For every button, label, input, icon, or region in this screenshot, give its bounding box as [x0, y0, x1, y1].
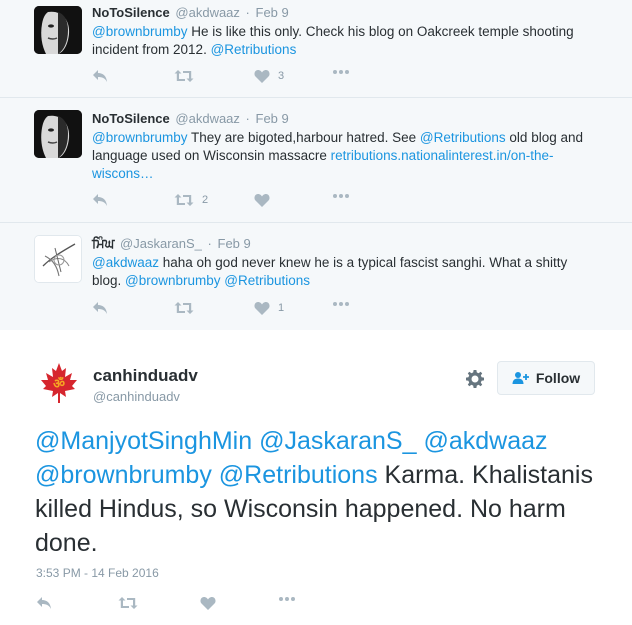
retweet-icon: [174, 194, 194, 206]
username[interactable]: @akdwaaz: [175, 111, 240, 126]
avatar[interactable]: [34, 6, 82, 54]
like-button[interactable]: 3: [254, 69, 284, 83]
more-icon: [279, 597, 295, 601]
tweet-text: @brownbrumby He is like this only. Check…: [92, 23, 592, 59]
avatar[interactable]: [34, 235, 82, 283]
tweet-header: NoToSilence @akdwaaz · Feb 9: [92, 111, 289, 126]
mention-link[interactable]: @akdwaaz: [423, 427, 547, 455]
reply-button[interactable]: [92, 301, 108, 315]
reply-icon: [37, 597, 51, 609]
reply-icon: [93, 70, 107, 82]
tweet-text: @akdwaaz haha oh god never knew he is a …: [92, 254, 592, 290]
like-count: 1: [278, 302, 285, 314]
more-icon: [333, 70, 349, 74]
like-icon: [254, 194, 270, 207]
more-icon: [333, 194, 349, 198]
follow-label: Follow: [535, 370, 581, 386]
more-button[interactable]: [332, 193, 350, 199]
reply-button[interactable]: [36, 596, 52, 610]
fullname[interactable]: ਮਿੰਘ: [92, 236, 114, 251]
mention-link[interactable]: @akdwaaz: [92, 255, 159, 270]
tweet-header: ਮਿੰਘ @JaskaranS_ · Feb 9: [92, 236, 251, 252]
like-count: 3: [278, 70, 285, 82]
mention-link[interactable]: @brownbrumby: [92, 130, 188, 145]
retweet-count: 2: [202, 194, 209, 206]
separator: ·: [245, 111, 250, 126]
like-icon: [254, 302, 270, 315]
retweet-button[interactable]: [174, 69, 202, 83]
more-icon: [333, 302, 349, 306]
tweet-header: NoToSilence @akdwaaz · Feb 9: [92, 5, 289, 20]
mention-link[interactable]: @Retributions: [224, 273, 310, 288]
text-segment: They are bigoted,harbour hatred. See: [187, 130, 420, 145]
more-button[interactable]: [332, 69, 350, 75]
like-button[interactable]: [200, 596, 216, 610]
reply-tweet[interactable]: NoToSilence @akdwaaz · Feb 9 @brownbrumb…: [0, 0, 632, 98]
retweet-button[interactable]: 2: [174, 193, 208, 207]
avatar[interactable]: ॐ: [35, 359, 83, 407]
retweet-icon: [174, 70, 194, 82]
fullname[interactable]: NoToSilence: [92, 111, 170, 126]
more-button[interactable]: [332, 301, 350, 307]
avatar[interactable]: [34, 110, 82, 158]
username[interactable]: @JaskaranS_: [120, 236, 202, 251]
follow-button[interactable]: Follow: [497, 361, 595, 395]
replies-section: NoToSilence @akdwaaz · Feb 9 @brownbrumb…: [0, 0, 632, 330]
timestamp[interactable]: Feb 9: [256, 5, 289, 20]
reply-button[interactable]: [92, 69, 108, 83]
reply-icon: [93, 302, 107, 314]
text-segment: [212, 461, 219, 489]
reply-tweet[interactable]: NoToSilence @akdwaaz · Feb 9 @brownbrumb…: [0, 97, 632, 223]
reply-button[interactable]: [92, 193, 108, 207]
mention-link[interactable]: @Retributions: [211, 42, 297, 57]
user-actions-button[interactable]: [465, 369, 485, 394]
more-button[interactable]: [278, 596, 296, 602]
like-button[interactable]: 1: [254, 301, 284, 315]
mention-link[interactable]: @ManjyotSinghMin: [35, 427, 252, 455]
like-icon: [254, 70, 270, 83]
retweet-icon: [118, 597, 138, 609]
retweet-icon: [174, 302, 194, 314]
follow-user-icon: [512, 372, 529, 384]
svg-text:ॐ: ॐ: [53, 376, 65, 392]
mention-link[interactable]: @Retributions: [219, 461, 378, 489]
mention-link[interactable]: @brownbrumby: [125, 273, 221, 288]
username[interactable]: @akdwaaz: [175, 5, 240, 20]
username[interactable]: @canhinduadv: [93, 389, 180, 404]
gear-icon: [466, 370, 484, 388]
retweet-button[interactable]: [118, 596, 138, 610]
fullname[interactable]: NoToSilence: [92, 5, 170, 20]
like-icon: [200, 597, 216, 610]
mention-link[interactable]: @JaskaranS_: [259, 427, 416, 455]
mention-link[interactable]: @brownbrumby: [35, 461, 212, 489]
reply-tweet[interactable]: ਮਿੰਘ @JaskaranS_ · Feb 9 @akdwaaz haha o…: [0, 222, 632, 329]
timestamp[interactable]: Feb 9: [256, 111, 289, 126]
separator: ·: [207, 236, 212, 251]
timestamp[interactable]: Feb 9: [218, 236, 251, 251]
separator: ·: [245, 5, 250, 20]
mention-link[interactable]: @brownbrumby: [92, 24, 188, 39]
reply-icon: [93, 194, 107, 206]
like-button[interactable]: [254, 193, 278, 207]
mention-link[interactable]: @Retributions: [420, 130, 506, 145]
timestamp[interactable]: 3:53 PM - 14 Feb 2016: [36, 566, 159, 580]
retweet-button[interactable]: [174, 301, 202, 315]
fullname[interactable]: canhinduadv: [93, 366, 198, 386]
tweet-text: @brownbrumby They are bigoted,harbour ha…: [92, 129, 592, 183]
tweet-text: @ManjyotSinghMin @JaskaranS_ @akdwaaz @b…: [35, 424, 615, 560]
